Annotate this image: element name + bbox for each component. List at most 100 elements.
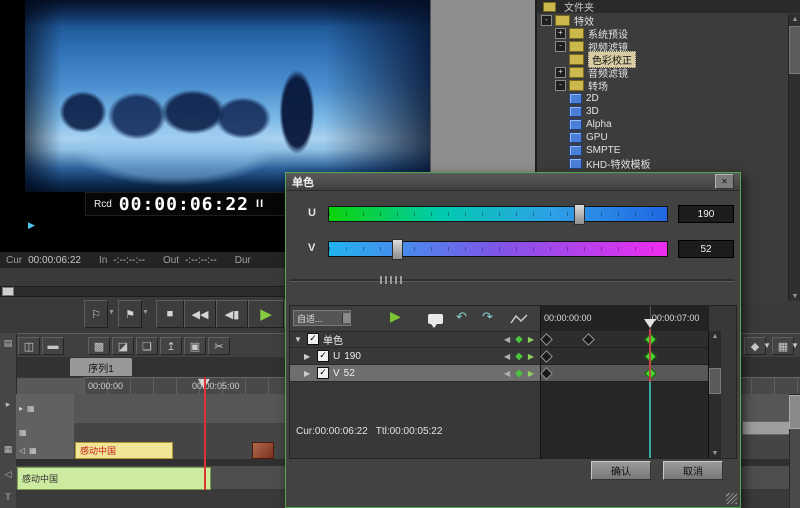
mark-in-button[interactable]: ⚐ <box>84 300 108 328</box>
strip-panel-icon[interactable]: ▤ <box>2 337 14 349</box>
grid-icon[interactable]: ▩ <box>88 337 110 355</box>
tree-item-alpha[interactable]: Alpha <box>537 118 787 131</box>
track-header-video-1[interactable]: ▸ ▦ <box>16 394 77 424</box>
strip-video-track-icon[interactable]: ▸ <box>2 398 14 410</box>
tree-item-effects[interactable]: - 特效 <box>537 14 787 28</box>
mark-out-button[interactable]: ⚑ <box>118 300 142 328</box>
u-checkbox[interactable]: ✓ <box>317 350 329 362</box>
comment-icon[interactable] <box>428 314 443 328</box>
preview-scrollbar-handle[interactable] <box>2 287 14 296</box>
v-checkbox[interactable]: ✓ <box>317 367 329 379</box>
timeline-vertical-scrollbar-thumb[interactable] <box>789 395 800 429</box>
scroll-up-icon[interactable]: ▲ <box>709 331 721 341</box>
toolbar-dropdown-icon[interactable]: ▼ <box>762 337 772 353</box>
twisty-icon[interactable]: ▼ <box>294 335 303 344</box>
scroll-up-icon[interactable]: ▲ <box>789 14 800 24</box>
tree-item-khd-templates[interactable]: KHD-特效模板 <box>537 157 787 171</box>
tree-expander-icon[interactable]: - <box>555 80 566 91</box>
kf-scrollbar-thumb[interactable] <box>709 368 721 394</box>
slider-handle[interactable] <box>574 204 586 225</box>
keyframe-diamond[interactable] <box>540 350 553 363</box>
clip-end-thumbnail[interactable] <box>252 442 274 459</box>
new-document-icon[interactable]: ❏ <box>136 337 158 355</box>
keyframe-diamond[interactable] <box>540 333 553 346</box>
tree-item-system-presets[interactable]: + 系统预设 <box>537 27 787 41</box>
tree-item-transitions[interactable]: - 转场 <box>537 79 787 93</box>
kf-row-v[interactable]: ▶ ✓ V 52 ◀ ◆ ▶ <box>290 365 540 382</box>
curve-icon[interactable] <box>510 313 528 328</box>
tree-expander-icon[interactable]: + <box>555 28 566 39</box>
cut-icon[interactable]: ✂ <box>208 337 230 355</box>
kf-row-u[interactable]: ▶ ✓ U 190 ◀ ◆ ▶ <box>290 348 540 365</box>
fit-dropdown[interactable]: 自适... <box>293 310 351 326</box>
render-icon[interactable]: ◪ <box>112 337 134 355</box>
tree-item-3d[interactable]: 3D <box>537 105 787 118</box>
prev-keyframe-icon[interactable]: ◀ <box>504 335 510 344</box>
save-icon[interactable]: ▣ <box>184 337 206 355</box>
video-clip[interactable]: 感动中国 <box>75 442 173 459</box>
panel-mode-icon[interactable]: ◫ <box>18 337 40 355</box>
prev-keyframe-icon[interactable]: ◀ <box>504 352 510 361</box>
keyframe-timeline[interactable]: 00:00:00:00 00:00:07:00 <box>540 306 709 458</box>
tree-expander-icon[interactable]: + <box>555 67 566 78</box>
confirm-button[interactable]: 确认 <box>591 461 651 480</box>
mono-checkbox[interactable]: ✓ <box>307 333 319 345</box>
tree-expander-icon[interactable]: - <box>555 41 566 52</box>
kf-row-mono[interactable]: ▼ ✓ 单色 ◀ ◆ ▶ <box>290 331 540 348</box>
kf-scrollbar[interactable]: ▲ ▼ <box>708 331 721 458</box>
scroll-down-icon[interactable]: ▼ <box>709 448 721 458</box>
browser-scrollbar-thumb[interactable] <box>789 26 800 74</box>
kf-cell-mono[interactable] <box>540 331 709 348</box>
strip-title-track-icon[interactable]: T <box>2 491 14 503</box>
keyframe-diamond[interactable] <box>540 367 553 380</box>
splitter-grip[interactable] <box>380 276 402 284</box>
prev-keyframe-icon[interactable]: ◀ <box>504 369 510 378</box>
keyframe-diamond[interactable] <box>582 333 595 346</box>
kf-cell-u[interactable] <box>540 348 709 365</box>
tab-sequence-1[interactable]: 序列1 <box>70 358 132 376</box>
twisty-icon[interactable]: ▶ <box>304 369 313 378</box>
timeline-playhead[interactable] <box>204 377 206 490</box>
step-back-button[interactable]: ◀▮ <box>216 300 248 328</box>
dialog-resize-grip[interactable] <box>726 493 737 504</box>
tree-item-color-correction[interactable]: 色彩校正 <box>537 51 787 68</box>
strip-clip-track-icon[interactable]: ▦ <box>2 443 14 455</box>
tree-item-video-filters[interactable]: - 视频滤镜 <box>537 40 787 54</box>
undo-icon[interactable]: ↶ <box>456 309 467 325</box>
next-keyframe-icon[interactable]: ▶ <box>528 335 534 344</box>
next-keyframe-icon[interactable]: ▶ <box>528 352 534 361</box>
toolbar-dropdown2-icon[interactable]: ▼ <box>790 337 800 353</box>
next-keyframe-icon[interactable]: ▶ <box>528 369 534 378</box>
add-keyframe-icon[interactable]: ◆ <box>515 368 523 379</box>
add-keyframe-icon[interactable]: ◆ <box>515 334 523 345</box>
kf-playhead-marker[interactable] <box>644 319 657 328</box>
mark-out-dropdown-icon[interactable]: ▼ <box>141 306 150 318</box>
track-header-video-3[interactable]: ◁ ▦ <box>16 441 77 460</box>
kf-playhead[interactable] <box>649 329 652 458</box>
play-button[interactable]: ▶ <box>248 300 284 328</box>
u-value-field[interactable]: 190 <box>678 205 734 223</box>
dropdown-spinner-icon[interactable] <box>342 313 350 323</box>
scroll-down-icon[interactable]: ▼ <box>789 291 800 301</box>
tree-item-audio-filters[interactable]: + 音频滤镜 <box>537 66 787 80</box>
kf-play-button[interactable]: ▶ <box>390 308 401 325</box>
tree-item-2d[interactable]: 2D <box>537 92 787 105</box>
twisty-icon[interactable]: ▶ <box>304 352 313 361</box>
export-icon[interactable]: ↥ <box>160 337 182 355</box>
tree-expander-icon[interactable]: - <box>541 15 552 26</box>
dialog-title-bar[interactable]: 单色 ✕ <box>286 173 740 191</box>
slider-handle[interactable] <box>391 239 403 260</box>
horizontal-scrollbar-thumb[interactable] <box>742 421 790 435</box>
stop-button[interactable]: ■ <box>156 300 184 328</box>
rewind-button[interactable]: ◀◀ <box>184 300 216 328</box>
tree-item-gpu[interactable]: GPU <box>537 131 787 144</box>
mark-in-dropdown-icon[interactable]: ▼ <box>107 306 116 318</box>
cancel-button[interactable]: 取消 <box>663 461 723 480</box>
add-keyframe-icon[interactable]: ◆ <box>515 351 523 362</box>
u-slider[interactable] <box>328 204 668 225</box>
redo-icon[interactable]: ↷ <box>482 309 493 325</box>
close-button[interactable]: ✕ <box>715 174 734 189</box>
keyframe-ruler[interactable]: 00:00:00:00 00:00:07:00 <box>541 306 709 458</box>
v-slider[interactable] <box>328 239 668 260</box>
v-value-field[interactable]: 52 <box>678 240 734 258</box>
